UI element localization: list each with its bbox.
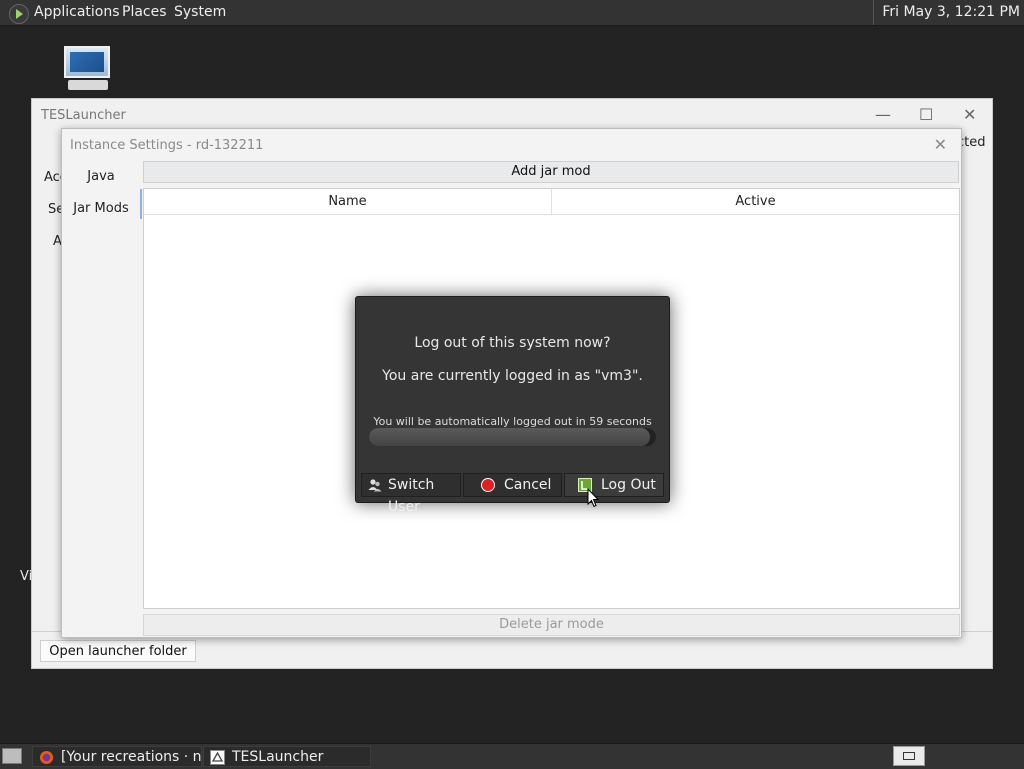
- cancel-button[interactable]: Cancel: [463, 473, 562, 497]
- computer-desktop-icon[interactable]: [62, 46, 114, 96]
- mouse-pointer-icon: [587, 488, 599, 508]
- logout-question: Log out of this system now?: [414, 335, 611, 351]
- stop-icon: [481, 478, 495, 492]
- add-jar-mod-button[interactable]: Add jar mod: [143, 161, 959, 183]
- dialog-title: Instance Settings - rd-132211: [70, 138, 264, 153]
- applications-menu[interactable]: Applications: [34, 0, 120, 25]
- close-icon[interactable]: ✕: [934, 135, 947, 154]
- system-menu[interactable]: System: [174, 0, 226, 25]
- taskbar-label: [Your recreations · n…: [61, 749, 216, 765]
- monitor-screen: [64, 46, 110, 78]
- log-out-button[interactable]: Log Out: [564, 473, 664, 497]
- teslauncher-icon: [210, 750, 225, 765]
- column-header-active[interactable]: Active: [552, 189, 959, 215]
- taskbar-item-teslauncher[interactable]: TESLauncher: [203, 746, 371, 767]
- maximize-button[interactable]: ☐: [919, 105, 933, 124]
- taskbar-item-browser[interactable]: [Your recreations · n…: [32, 746, 216, 767]
- cancel-label: Cancel: [504, 477, 552, 493]
- auto-logout-message: You will be automatically logged out in …: [373, 415, 652, 428]
- window-title: TESLauncher: [41, 108, 126, 123]
- taskbar-label: TESLauncher: [232, 749, 324, 765]
- clock[interactable]: Fri May 3, 12:21 PM: [873, 0, 1020, 25]
- progress-fill: [369, 428, 651, 446]
- minimize-button[interactable]: —: [875, 105, 891, 124]
- users-icon: [368, 479, 382, 492]
- switch-user-button[interactable]: Switch User: [361, 473, 461, 515]
- settings-sidebar: Java Jar Mods: [62, 159, 142, 637]
- applications-menu-icon[interactable]: [9, 4, 29, 24]
- top-panel: Applications Places System Fri May 3, 12…: [0, 0, 1024, 26]
- close-button[interactable]: ✕: [963, 105, 976, 124]
- workspace-switcher[interactable]: [893, 746, 925, 766]
- sidebar-item-java[interactable]: Java: [62, 169, 140, 184]
- desktop-label-fragment: Vi: [20, 569, 33, 584]
- open-launcher-folder-button[interactable]: Open launcher folder: [40, 640, 196, 662]
- switch-user-label: Switch User: [388, 477, 435, 515]
- logged-in-message: You are currently logged in as "vm3".: [382, 368, 643, 384]
- log-out-label: Log Out: [601, 477, 656, 493]
- places-menu[interactable]: Places: [122, 0, 167, 25]
- bottom-panel: [Your recreations · n… TESLauncher: [0, 743, 1024, 769]
- delete-jar-mod-button[interactable]: Delete jar mode: [143, 614, 960, 636]
- computer-base: [68, 80, 108, 90]
- logout-dialog: Log out of this system now? You are curr…: [355, 296, 670, 515]
- sidebar-item-jar-mods[interactable]: Jar Mods: [62, 201, 140, 216]
- show-desktop-icon[interactable]: [2, 748, 22, 764]
- firefox-icon: [40, 751, 53, 764]
- selected-indicator: [140, 189, 142, 219]
- column-header-name[interactable]: Name: [144, 189, 552, 215]
- logout-progress-bar: [369, 428, 656, 446]
